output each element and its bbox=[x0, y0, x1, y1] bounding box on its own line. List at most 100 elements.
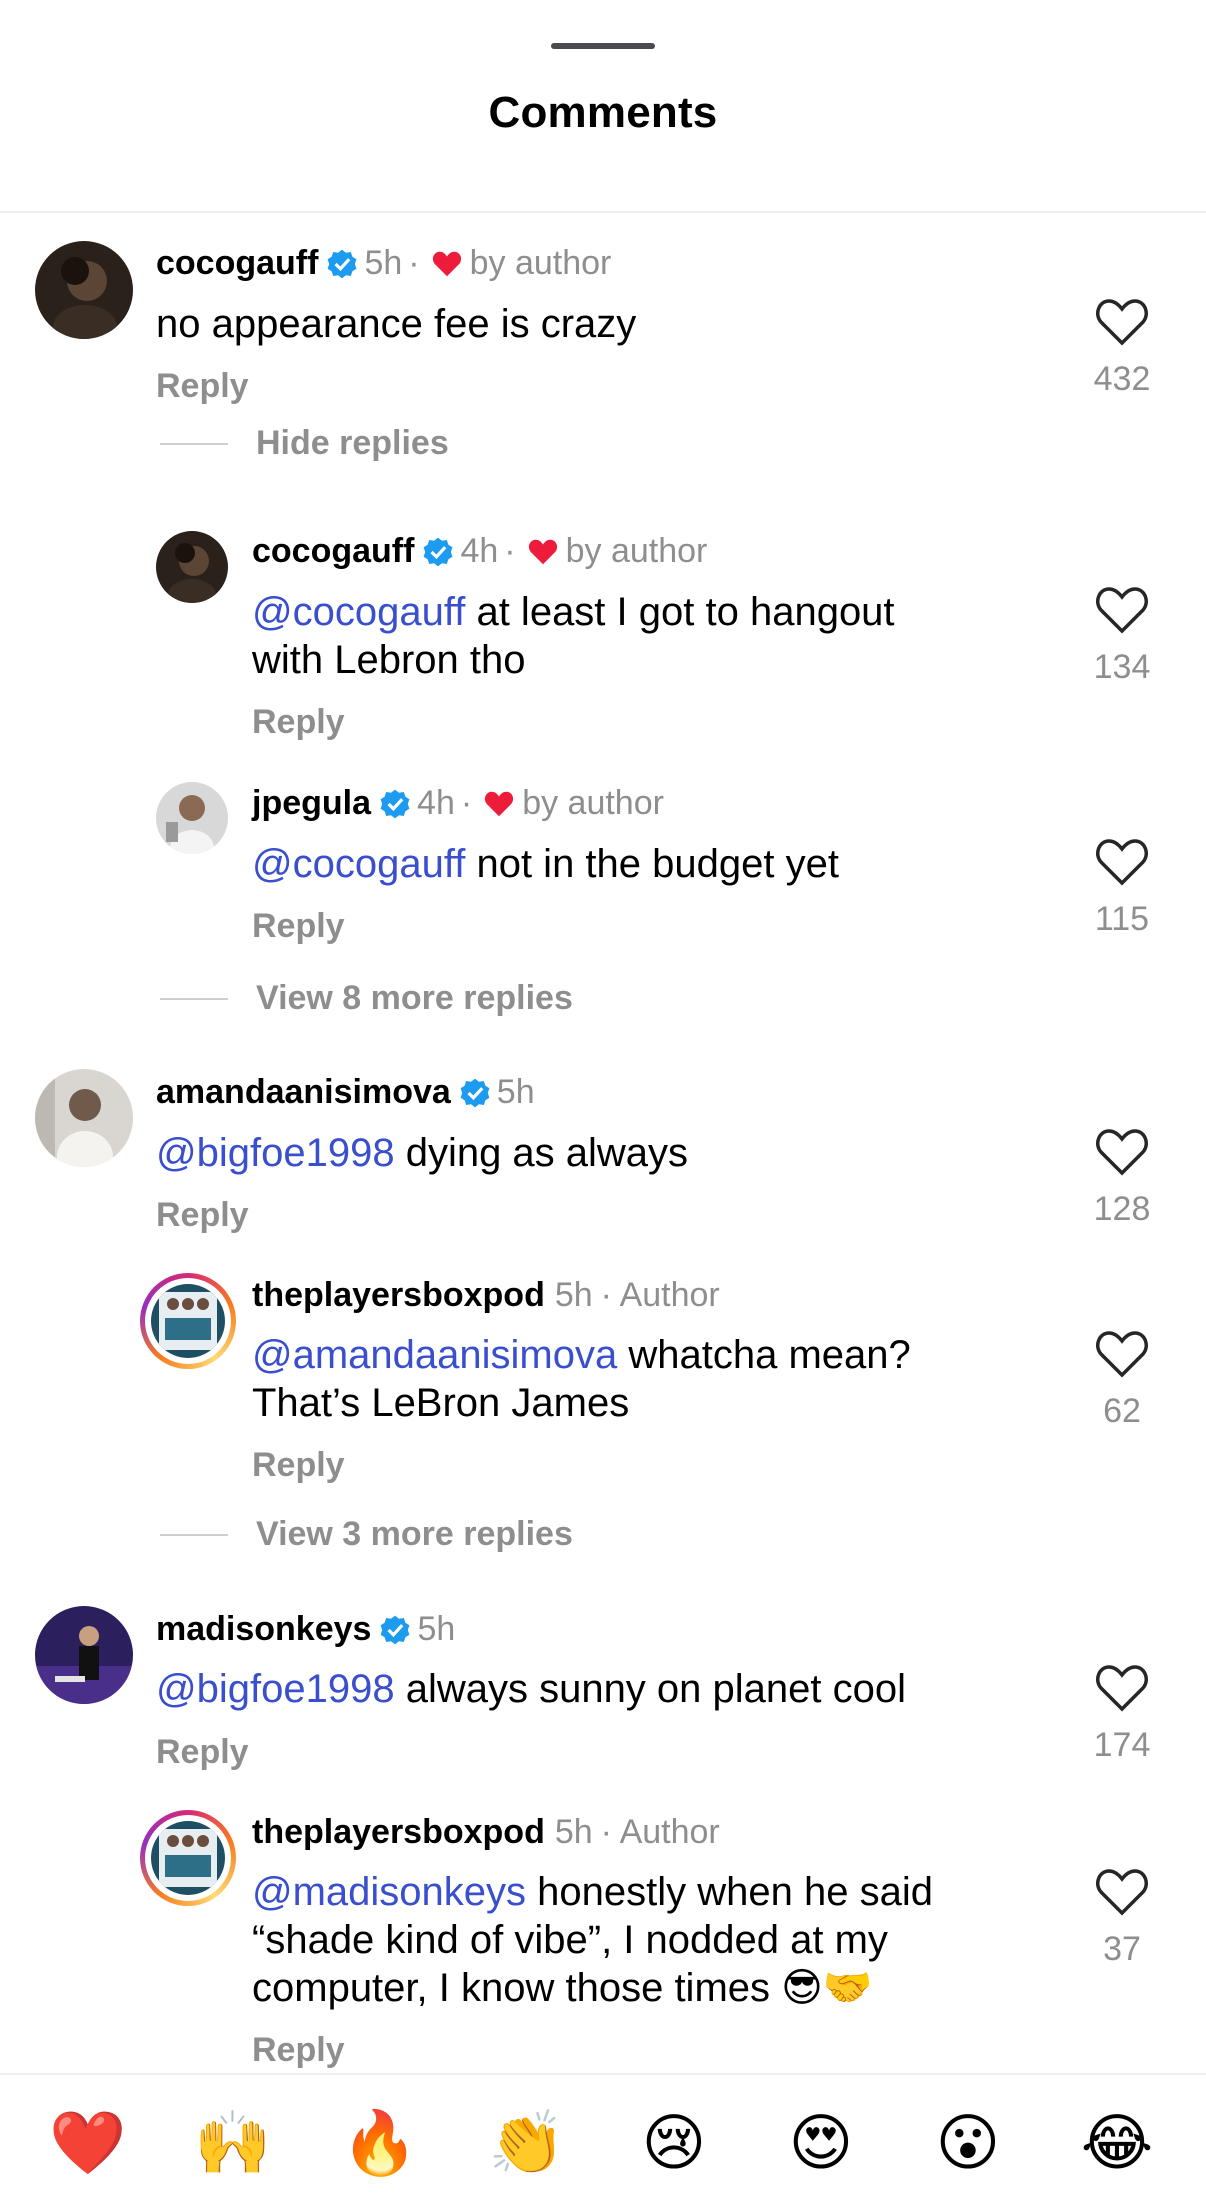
comment-text: @bigfoe1998 always sunny on planet cool bbox=[156, 1667, 907, 1711]
reply-button[interactable]: Reply bbox=[156, 367, 249, 406]
reply-button[interactable]: Reply bbox=[252, 907, 345, 946]
like-button[interactable]: 134 bbox=[1082, 586, 1162, 687]
like-button[interactable]: 128 bbox=[1082, 1128, 1162, 1229]
comment-meta: jpegula 4h · by author bbox=[252, 784, 664, 823]
avatar-story-ring[interactable] bbox=[140, 1810, 236, 1906]
avatar[interactable] bbox=[35, 1069, 133, 1167]
avatar-story-ring[interactable] bbox=[140, 1273, 236, 1369]
comment-meta: cocogauff 4h · by author bbox=[252, 532, 708, 571]
emoji-heart-eyes[interactable]: 😍 bbox=[781, 2103, 861, 2183]
comment-meta: amandaanisimova 5h bbox=[156, 1073, 535, 1112]
verified-badge-icon bbox=[460, 1078, 490, 1107]
mention-link[interactable]: @madisonkeys bbox=[252, 1870, 526, 1914]
like-count: 174 bbox=[1093, 1726, 1151, 1764]
like-count: 432 bbox=[1093, 360, 1151, 398]
emoji-red-heart[interactable]: ❤️ bbox=[48, 2103, 128, 2183]
author-heart-icon bbox=[528, 539, 557, 564]
reply-button[interactable]: Reply bbox=[252, 1446, 345, 1485]
comment-text: @cocogauff not in the budget yet bbox=[252, 842, 839, 886]
verified-badge-icon bbox=[381, 1615, 410, 1644]
hide-replies-button[interactable]: Hide replies bbox=[160, 424, 449, 463]
comment-meta: theplayersboxpod 5h · Author bbox=[252, 1276, 720, 1315]
username[interactable]: cocogauff bbox=[156, 244, 318, 283]
liked-by-author-label: by author bbox=[565, 532, 708, 570]
heart-outline-icon[interactable] bbox=[1095, 298, 1149, 346]
timestamp: 5h bbox=[496, 1073, 535, 1111]
username[interactable]: cocogauff bbox=[252, 532, 414, 571]
comment-text: @bigfoe1998 dying as always bbox=[156, 1131, 689, 1175]
comment-text: no appearance fee is crazy bbox=[156, 302, 637, 346]
avatar[interactable] bbox=[35, 241, 133, 339]
comment-meta: madisonkeys 5h bbox=[156, 1610, 455, 1649]
reply-button[interactable]: Reply bbox=[156, 1733, 249, 1772]
author-heart-icon bbox=[485, 791, 514, 816]
username[interactable]: theplayersboxpod bbox=[252, 1276, 545, 1315]
heart-outline-icon[interactable] bbox=[1095, 1128, 1149, 1176]
comments-sheet: Comments cocogauff 5h · by author no app… bbox=[0, 0, 1206, 2198]
emoji-fire[interactable]: 🔥 bbox=[340, 2103, 420, 2183]
emoji-laughing-tears[interactable]: 😂 bbox=[1077, 2103, 1157, 2183]
timestamp: 4h bbox=[417, 784, 455, 822]
like-button[interactable]: 115 bbox=[1082, 838, 1162, 939]
avatar[interactable] bbox=[156, 782, 228, 854]
timestamp: 5h bbox=[554, 1276, 593, 1314]
reply-button[interactable]: Reply bbox=[252, 2031, 345, 2070]
heart-outline-icon[interactable] bbox=[1095, 1330, 1149, 1378]
avatar bbox=[151, 1821, 225, 1895]
emoji-clapping-hands[interactable]: 👏 bbox=[487, 2103, 567, 2183]
like-count: 62 bbox=[1103, 1392, 1141, 1430]
like-button[interactable]: 174 bbox=[1082, 1664, 1162, 1765]
timestamp: 4h bbox=[460, 532, 499, 570]
like-count: 128 bbox=[1093, 1190, 1151, 1228]
username[interactable]: theplayersboxpod bbox=[252, 1813, 545, 1852]
emoji-raising-hands[interactable]: 🙌 bbox=[193, 2103, 273, 2183]
thread-line bbox=[160, 1533, 228, 1536]
comment-meta: cocogauff 5h · by author bbox=[156, 244, 612, 283]
view-more-replies-button[interactable]: View 3 more replies bbox=[160, 1515, 573, 1554]
avatar[interactable] bbox=[35, 1606, 133, 1704]
heart-outline-icon[interactable] bbox=[1095, 586, 1149, 634]
thread-line bbox=[160, 442, 228, 445]
reply-button[interactable]: Reply bbox=[252, 703, 345, 742]
emoji-surprised-face[interactable]: 😮 bbox=[928, 2103, 1008, 2183]
heart-outline-icon[interactable] bbox=[1095, 838, 1149, 886]
mention-link[interactable]: @bigfoe1998 bbox=[156, 1667, 395, 1711]
like-button[interactable]: 62 bbox=[1082, 1330, 1162, 1431]
like-button[interactable]: 432 bbox=[1082, 298, 1162, 399]
emoji-crying-face[interactable]: 😢 bbox=[634, 2103, 714, 2183]
heart-outline-icon[interactable] bbox=[1095, 1868, 1149, 1916]
comment-text: @amandaanisimova whatcha mean? That’s Le… bbox=[252, 1333, 911, 1425]
liked-by-author-label: by author bbox=[522, 784, 664, 822]
mention-link[interactable]: @amandaanisimova bbox=[252, 1333, 617, 1377]
username[interactable]: amandaanisimova bbox=[156, 1073, 451, 1112]
divider bbox=[0, 211, 1206, 213]
username[interactable]: madisonkeys bbox=[156, 1610, 371, 1649]
verified-badge-icon bbox=[424, 537, 453, 566]
comment-text: @cocogauff at least I got to hangout wit… bbox=[252, 590, 895, 682]
author-heart-icon bbox=[432, 251, 461, 276]
like-count: 115 bbox=[1094, 900, 1150, 938]
like-count: 134 bbox=[1093, 648, 1151, 686]
mention-link[interactable]: @cocogauff bbox=[252, 842, 465, 886]
like-button[interactable]: 37 bbox=[1082, 1868, 1162, 1969]
verified-badge-icon bbox=[380, 789, 410, 818]
timestamp: 5h bbox=[554, 1813, 593, 1851]
reply-button[interactable]: Reply bbox=[156, 1196, 249, 1235]
verified-badge-icon bbox=[328, 249, 357, 278]
timestamp: 5h bbox=[417, 1610, 456, 1648]
page-title: Comments bbox=[488, 88, 718, 137]
author-tag: · Author bbox=[600, 1813, 720, 1851]
comment-meta: theplayersboxpod 5h · Author bbox=[252, 1813, 720, 1852]
heart-outline-icon[interactable] bbox=[1095, 1664, 1149, 1712]
avatar bbox=[151, 1284, 225, 1358]
username[interactable]: jpegula bbox=[252, 784, 371, 823]
mention-link[interactable]: @bigfoe1998 bbox=[156, 1131, 395, 1175]
comment-text: @madisonkeys honestly when he said “shad… bbox=[252, 1870, 933, 2010]
author-tag: · Author bbox=[600, 1276, 720, 1314]
view-more-replies-button[interactable]: View 8 more replies bbox=[160, 979, 573, 1018]
drag-handle[interactable] bbox=[551, 43, 655, 49]
mention-link[interactable]: @cocogauff bbox=[252, 590, 465, 634]
timestamp: 5h bbox=[364, 244, 403, 282]
avatar[interactable] bbox=[156, 531, 228, 603]
emoji-reaction-bar: ❤️ 🙌 🔥 👏 😢 😍 😮 😂 bbox=[0, 2073, 1206, 2198]
